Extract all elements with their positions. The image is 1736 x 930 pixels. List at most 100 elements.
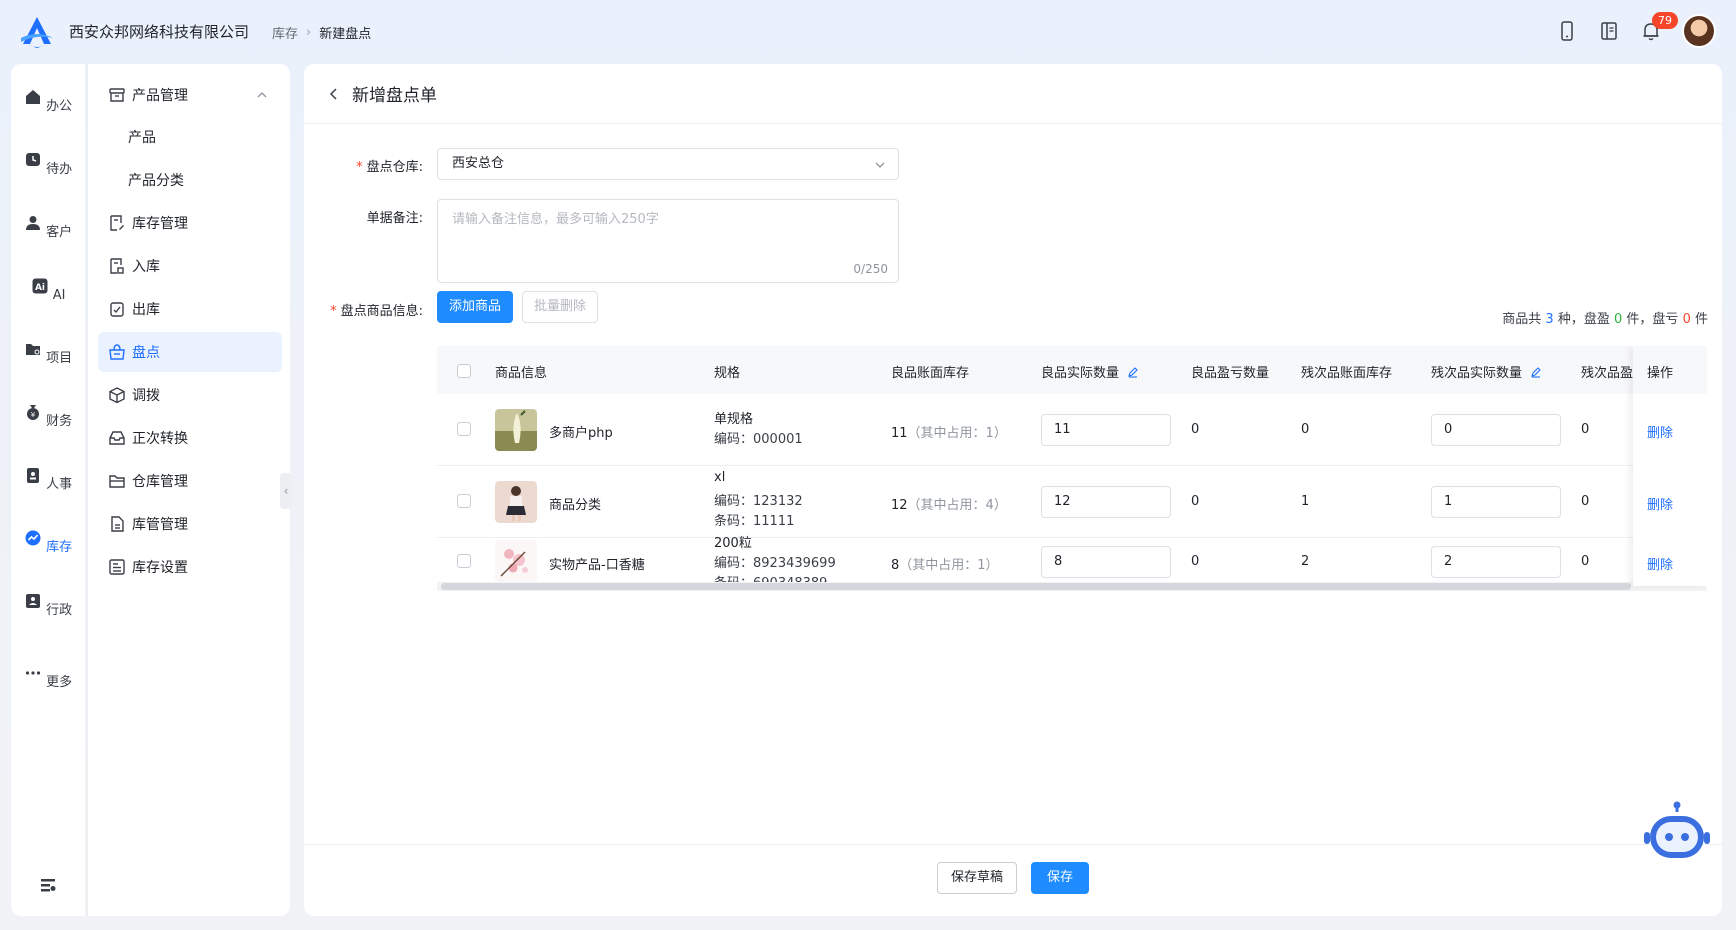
back-arrow-icon[interactable] [326,86,342,102]
summary-gain: 0 [1613,312,1623,327]
rail-item-inventory[interactable]: 库存 [11,529,85,555]
breadcrumb-item-inventory[interactable]: 库存 [272,23,298,42]
rail-item-finance[interactable]: ¥ 财务 [11,403,85,429]
submenu-label: 仓库管理 [132,474,188,490]
submenu-item-inbound[interactable]: 入库 [98,246,282,286]
col-good-book-stock: 良品账面库存 [891,366,970,381]
rail-item-project[interactable]: 项目 [11,340,85,366]
product-name: 多商户php [549,426,613,441]
defect-book-stock: 1 [1301,494,1310,509]
good-diff-qty: 0 [1191,554,1200,569]
submenu-label: 入库 [132,259,160,275]
defect-actual-qty-input[interactable]: 2 [1431,546,1561,578]
rail-item-ai[interactable]: Ai AI [11,277,85,303]
chevron-up-icon [257,92,267,98]
row-checkbox[interactable] [457,554,471,568]
rail-item-hr[interactable]: 人事 [11,466,85,492]
id-card-icon [25,594,40,608]
save-button[interactable]: 保存 [1031,862,1089,894]
submenu-label: 库管管理 [132,517,188,533]
remark-textarea[interactable]: 请输入备注信息，最多可输入250字 0/250 [437,199,899,283]
save-draft-button[interactable]: 保存草稿 [937,862,1017,894]
submenu-item-product-category[interactable]: 产品分类 [98,160,282,200]
folder-open-icon [109,475,125,488]
rail-item-admin[interactable]: 行政 [11,592,85,618]
rail-item-label: AI [52,288,66,303]
rail-item-label: 更多 [46,675,73,690]
good-book-stock: 12（其中占用：4） [891,498,1007,513]
book-icon[interactable] [1598,20,1620,42]
spec-code: 编码：000001 [714,432,803,447]
phone-icon[interactable] [1556,20,1578,42]
rail-item-more[interactable]: 更多 [11,664,85,690]
submenu-item-product[interactable]: 产品 [98,117,282,157]
rail-item-label: 行政 [46,603,73,618]
assistant-robot-icon[interactable] [1642,800,1712,870]
edit-pen-icon[interactable] [1530,366,1542,378]
chevron-right-icon: › [306,25,312,40]
batch-delete-button[interactable]: 批量删除 [522,291,598,323]
submenu-label: 产品 [128,130,156,146]
spec-line: 200粒 [714,536,752,551]
good-actual-qty-input[interactable]: 11 [1041,414,1171,446]
avatar[interactable] [1682,14,1716,48]
more-icon [25,671,41,675]
select-all-checkbox[interactable] [457,364,471,378]
goods-label: * 盘点商品信息: [330,304,423,319]
delete-row-button[interactable]: 删除 [1647,554,1673,573]
submenu-group-product-management[interactable]: 产品管理 [98,75,282,115]
company-logo-icon[interactable] [18,14,56,50]
product-name: 实物产品-口香糖 [549,558,645,573]
rail-item-todo[interactable]: 待办 [11,151,85,177]
delete-row-button[interactable]: 删除 [1647,494,1673,513]
action-column: 操作 删除 删除 删除 [1633,346,1707,586]
submenu-item-transfer[interactable]: 调拨 [98,375,282,415]
submenu-item-stock-management[interactable]: 库存管理 [98,203,282,243]
defect-book-stock: 2 [1301,554,1310,569]
user-icon [25,216,40,230]
home-icon [25,90,40,104]
remark-label: 单据备注: [366,211,423,226]
defect-actual-qty-input[interactable]: 1 [1431,486,1561,518]
submenu-item-stocktake[interactable]: 盘点 [98,332,282,372]
good-actual-qty-input[interactable]: 12 [1041,486,1171,518]
submenu-item-warehouse-management[interactable]: 仓库管理 [98,461,282,501]
product-thumbnail[interactable] [495,540,537,582]
inbox-icon [109,431,125,445]
rail-item-customer[interactable]: 客户 [11,214,85,240]
collapse-sidebar-button[interactable]: ‹ [280,473,292,509]
warehouse-value: 西安总仓 [452,156,505,171]
submenu-item-outbound[interactable]: 出库 [98,289,282,329]
good-actual-qty-input[interactable]: 8 [1041,546,1171,578]
settings-list-icon[interactable] [39,876,57,894]
edit-pen-icon[interactable] [1127,366,1139,378]
delete-row-button[interactable]: 删除 [1647,422,1673,441]
row-checkbox[interactable] [457,422,471,436]
breadcrumb-item-current: 新建盘点 [319,27,372,42]
col-defect-diff-qty: 残次品盈 [1581,366,1634,381]
col-defect-actual-qty: 残次品实际数量 [1431,362,1542,381]
chevron-left-icon: ‹ [283,484,289,498]
submenu-item-keeper-management[interactable]: 库管管理 [98,504,282,544]
add-goods-button[interactable]: 添加商品 [437,291,513,323]
money-bag-icon: ¥ [26,405,39,420]
page-title: 新增盘点单 [352,86,437,106]
row-checkbox[interactable] [457,494,471,508]
defect-diff-qty: 0 [1581,554,1590,569]
notification-button[interactable]: 79 [1640,12,1678,42]
product-thumbnail[interactable] [495,481,537,523]
defect-actual-qty-input[interactable]: 0 [1431,414,1561,446]
warehouse-label: * 盘点仓库: [356,160,423,175]
summary-kinds: 3 [1545,312,1554,327]
submenu-item-stock-settings[interactable]: 库存设置 [98,547,282,587]
folder-icon [25,344,40,355]
clock-icon [25,153,40,166]
rail-item-office[interactable]: 办公 [11,88,85,114]
form-footer: 保存草稿 保存 [304,844,1722,916]
submenu-label: 盘点 [132,345,160,361]
submenu-item-grade-conversion[interactable]: 正次转换 [98,418,282,458]
product-thumbnail[interactable] [495,409,537,451]
remark-placeholder: 请输入备注信息，最多可输入250字 [452,212,659,227]
horizontal-scrollbar-thumb[interactable] [441,583,1631,590]
warehouse-select[interactable]: 西安总仓 [437,148,899,180]
